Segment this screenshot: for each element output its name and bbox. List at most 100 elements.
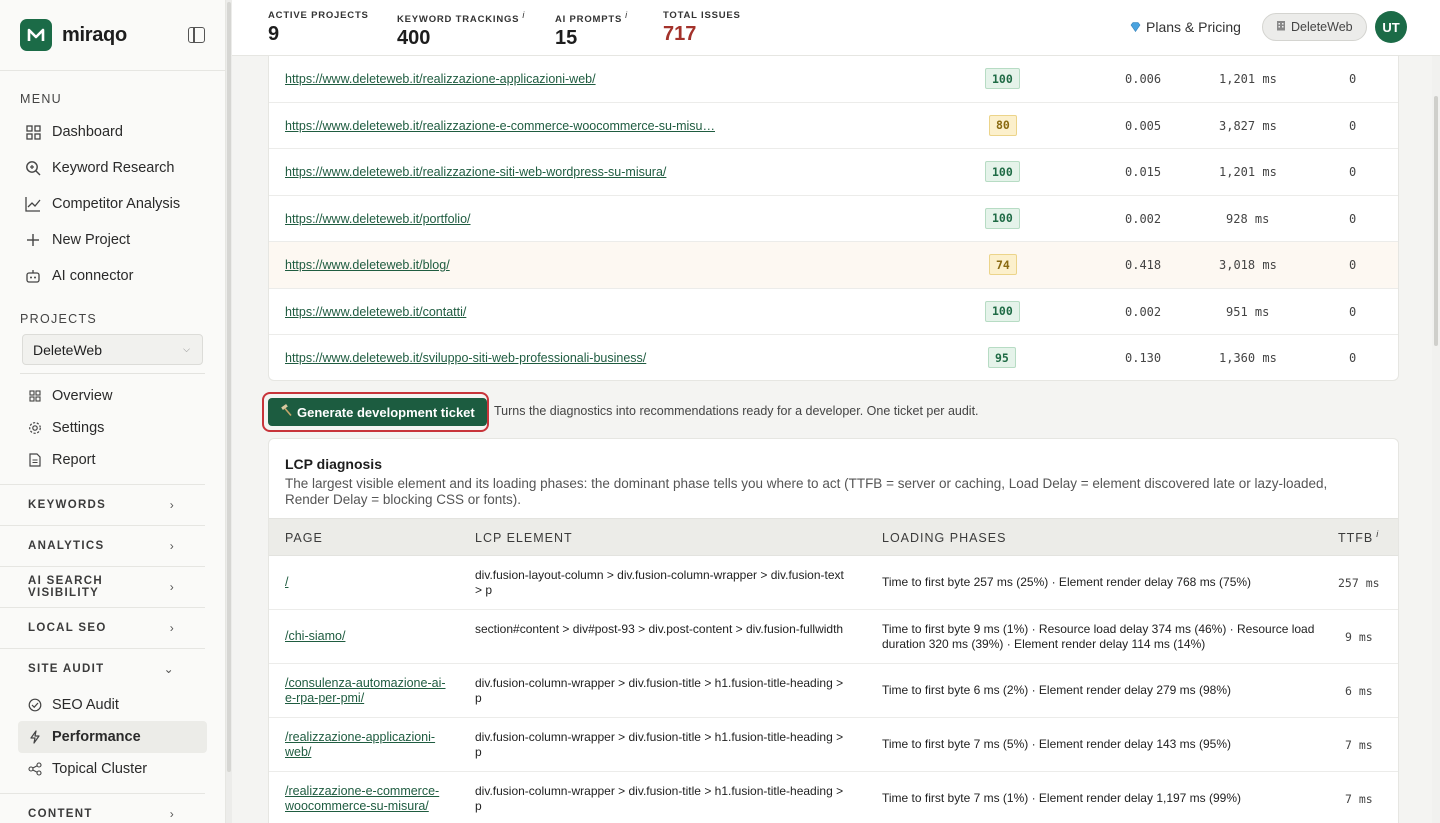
chevron-right-icon: › [169,621,175,635]
chevron-right-icon: › [169,498,175,512]
url-link[interactable]: https://www.deleteweb.it/sviluppo-siti-w… [285,351,646,365]
group-label: ANALYTICS [28,540,105,552]
lcp-title: LCP diagnosis [285,456,382,472]
nav-topical-cluster[interactable]: Topical Cluster [0,753,225,785]
nav-dashboard[interactable]: Dashboard [0,114,225,150]
group-label: SITE AUDIT [28,663,105,675]
nav-label: New Project [52,232,131,248]
group-label: CONTENT [28,808,93,820]
stat-label: TOTAL ISSUES [663,10,741,21]
page-link[interactable]: / [285,575,450,590]
group-analytics[interactable]: ANALYTICS › [0,525,205,566]
nav-label: Performance [52,729,141,745]
generate-ticket-label: Generate development ticket [297,404,475,420]
page-link[interactable]: /realizzazione-e-commerce-woocommerce-su… [285,784,450,814]
url-link[interactable]: https://www.deleteweb.it/realizzazione-e… [285,119,715,133]
info-icon[interactable]: i [522,10,525,20]
stat-value: 400 [397,27,431,50]
issues-value: 0 [1349,258,1357,272]
project-select[interactable]: DeleteWeb ⌵ [22,334,203,365]
sidebar-toggle-icon[interactable] [188,27,205,43]
column-header-loading-phases[interactable]: LOADING PHASES [882,531,1006,545]
nav-overview[interactable]: Overview [0,380,225,412]
group-ai-search-visibility[interactable]: AI SEARCH VISIBILITY › [0,566,205,607]
url-link[interactable]: https://www.deleteweb.it/realizzazione-a… [285,72,596,86]
url-link[interactable]: https://www.deleteweb.it/realizzazione-s… [285,165,666,179]
time-value: 1,201 ms [1219,165,1277,179]
lcp-element: section#content > div#post-93 > div.post… [475,622,844,636]
account-button[interactable]: DeleteWeb [1262,13,1367,41]
project-nav: Overview Settings Report [0,380,225,476]
table-row: /realizzazione-e-commerce-woocommerce-su… [269,772,1398,823]
info-icon[interactable]: i [1376,529,1379,539]
column-header-ttfb[interactable]: TTFB i [1338,529,1379,545]
table-row: https://www.deleteweb.it/realizzazione-s… [269,149,1398,196]
grid-icon [25,124,41,140]
cls-value: 0.005 [1125,118,1162,133]
main-scrollbar[interactable] [1432,56,1440,823]
sidebar: miraqo MENU Dashboard Keyword Research C… [0,0,226,823]
plans-pricing-link[interactable]: Plans & Pricing [1130,19,1241,35]
nav-label: Overview [52,388,113,404]
loading-phases: Time to first byte 7 ms (5%) · Element r… [882,737,1232,751]
nav-ai-connector[interactable]: AI connector [0,258,225,294]
nav-label: Competitor Analysis [52,196,181,212]
building-icon [1276,20,1286,34]
loading-phases: Time to first byte 6 ms (2%) · Element r… [882,683,1232,697]
stat-active-projects: ACTIVE PROJECTS 9 [268,10,369,46]
issues-value: 0 [1349,72,1357,86]
table-row: /chi-siamo/ section#content > div#post-9… [269,610,1398,664]
nav-performance[interactable]: Performance [18,721,207,753]
group-keywords[interactable]: KEYWORDS › [0,484,205,525]
time-value: 1,201 ms [1219,72,1277,86]
main-scroll-thumb[interactable] [1434,96,1438,346]
score-badge: 80 [989,114,1017,136]
url-link[interactable]: https://www.deleteweb.it/blog/ [285,258,450,272]
hammer-icon [280,404,293,420]
nav-settings[interactable]: Settings [0,412,225,444]
nav-report[interactable]: Report [0,444,225,476]
projects-section-title: PROJECTS [20,312,98,326]
cls-value: 0.130 [1125,351,1162,365]
nav-seo-audit[interactable]: SEO Audit [0,689,225,721]
generate-ticket-button[interactable]: Generate development ticket [268,398,487,426]
cls-value: 0.015 [1125,165,1162,179]
table-row: https://www.deleteweb.it/portfolio/ 100 … [269,196,1398,242]
nav-keyword-research[interactable]: Keyword Research [0,150,225,186]
lcp-element: div.fusion-layout-column > div.fusion-co… [475,568,844,597]
nav-label: Report [52,452,96,468]
cls-value: 0.006 [1125,72,1162,86]
group-site-audit[interactable]: SITE AUDIT ⌄ [0,648,205,689]
column-header-page[interactable]: PAGE [285,531,323,545]
info-icon[interactable]: i [625,10,628,20]
brand-name: miraqo [62,23,127,46]
avatar[interactable]: UT [1375,11,1407,43]
table-row: https://www.deleteweb.it/blog/ 74 0.418 … [269,242,1398,289]
column-header-lcp-element[interactable]: LCP ELEMENT [475,531,573,545]
issues-value: 0 [1349,304,1357,319]
group-content[interactable]: CONTENT › [0,793,205,823]
chevron-right-icon: › [169,580,175,594]
cls-value: 0.002 [1125,211,1162,226]
logo-icon[interactable] [20,19,52,51]
stat-label: ACTIVE PROJECTS [268,10,369,21]
page-link[interactable]: /chi-siamo/ [285,629,450,644]
nav-label: Dashboard [52,124,123,140]
page-link[interactable]: /realizzazione-applicazioni-web/ [285,730,450,760]
ttfb-value: 9 ms [1345,630,1373,644]
score-badge: 100 [985,300,1020,322]
nav-competitor-analysis[interactable]: Competitor Analysis [0,186,225,222]
page-link[interactable]: /consulenza-automazione-ai-e-rpa-per-pmi… [285,676,450,706]
diamond-icon [1130,19,1141,35]
divider [20,373,205,374]
sidebar-scroll-thumb[interactable] [227,2,231,772]
lightning-icon [28,730,42,744]
table-row: https://www.deleteweb.it/realizzazione-e… [269,103,1398,149]
group-local-seo[interactable]: LOCAL SEO › [0,607,205,648]
table-row: https://www.deleteweb.it/sviluppo-siti-w… [269,335,1398,382]
nav-new-project[interactable]: New Project [0,222,225,258]
issues-value: 0 [1349,351,1357,365]
stat-label: KEYWORD TRACKINGS i [397,10,525,25]
url-link[interactable]: https://www.deleteweb.it/portfolio/ [285,212,471,226]
url-link[interactable]: https://www.deleteweb.it/contatti/ [285,305,466,319]
